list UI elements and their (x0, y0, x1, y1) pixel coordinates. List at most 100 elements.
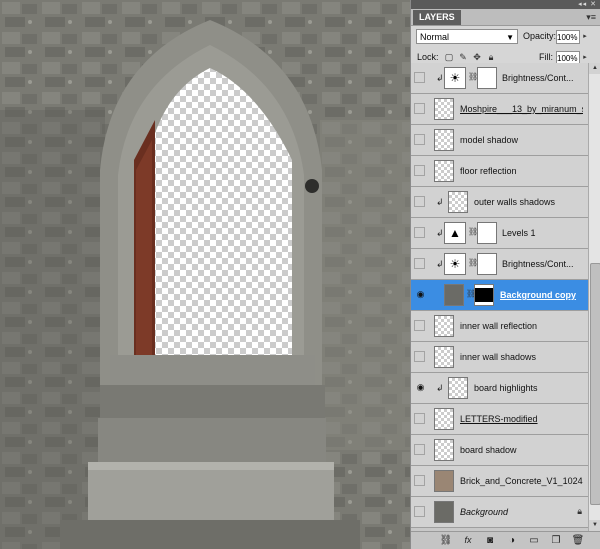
layer-row[interactable]: inner wall reflection (411, 311, 588, 342)
document-canvas[interactable] (0, 0, 410, 549)
adjustment-icon[interactable]: ◑ (505, 534, 519, 547)
layer-name[interactable]: Levels 1 (502, 227, 583, 239)
layer-thumbnail[interactable] (434, 501, 454, 523)
layer-row[interactable]: ↲ outer walls shadows (411, 187, 588, 218)
scroll-up-icon[interactable]: ▲ (589, 63, 600, 74)
chevron-down-icon: ▼ (506, 33, 514, 42)
link-icon[interactable]: ⛓ (439, 534, 453, 547)
scroll-thumb[interactable] (590, 263, 600, 505)
layer-name[interactable]: floor reflection (460, 165, 583, 177)
lock-transparent-icon[interactable]: ▢ (444, 52, 454, 62)
layer-thumbnail[interactable] (434, 98, 454, 120)
layer-thumbnail[interactable] (434, 408, 454, 430)
clipping-arrow-icon: ↲ (436, 197, 444, 207)
fx-icon[interactable]: fx (461, 534, 475, 547)
layer-name[interactable]: Brightness/Cont... (502, 258, 583, 270)
layer-thumbnail[interactable] (434, 315, 454, 337)
blend-mode-value: Normal (420, 32, 450, 42)
trash-icon[interactable]: 🗑︎ (571, 534, 585, 547)
blend-mode-select[interactable]: Normal ▼ (416, 29, 518, 44)
visibility-toggle[interactable] (414, 134, 425, 145)
lock-all-icon[interactable]: 🔒︎ (486, 52, 496, 62)
layers-panel: ◂◂ ✕ LAYERS ▾≡ Normal ▼ Opacity: 100% ▸ … (410, 0, 600, 549)
clipping-arrow-icon: ↲ (436, 73, 444, 83)
layer-name[interactable]: Brick_and_Concrete_V1_1024 (460, 475, 583, 487)
tab-layers[interactable]: LAYERS (413, 10, 461, 25)
panel-menu-icon[interactable]: ▾≡ (586, 11, 596, 23)
visibility-toggle[interactable] (414, 444, 425, 455)
group-icon[interactable]: ▭ (527, 534, 541, 547)
layer-thumbnail[interactable] (434, 160, 454, 182)
opacity-label: Opacity: (523, 31, 557, 41)
layer-thumbnail[interactable] (434, 346, 454, 368)
visibility-toggle[interactable] (414, 103, 425, 114)
visibility-toggle[interactable] (414, 320, 425, 331)
layer-thumbnail[interactable] (448, 191, 468, 213)
visibility-toggle[interactable] (414, 413, 425, 424)
layer-name[interactable]: model shadow (460, 134, 583, 146)
layer-row[interactable]: board shadow (411, 435, 588, 466)
layer-row[interactable]: ◉ ⛓ Background copy (411, 280, 588, 311)
layer-row[interactable]: ↲ ☀ ⛓ Brightness/Cont... (411, 63, 588, 94)
visibility-toggle[interactable] (414, 475, 425, 486)
opacity-slider-icon[interactable]: ▸ (581, 30, 589, 44)
layer-name[interactable]: Moshpire___13_by_miranum_s... (460, 103, 583, 115)
layer-name[interactable]: Background (460, 506, 569, 518)
lock-icon: 🔒︎ (577, 506, 582, 516)
lock-position-icon[interactable]: ✥ (472, 52, 482, 62)
layer-thumbnail[interactable] (434, 129, 454, 151)
layer-mask-thumbnail[interactable] (474, 284, 494, 306)
layer-row[interactable]: ◉ ↲ board highlights (411, 373, 588, 404)
layer-mask-thumbnail[interactable] (477, 222, 497, 244)
lock-image-icon[interactable]: ✎ (458, 52, 468, 62)
layer-row[interactable]: model shadow (411, 125, 588, 156)
layer-name[interactable]: outer walls shadows (474, 196, 583, 208)
layer-row[interactable]: inner wall shadows (411, 342, 588, 373)
visibility-toggle[interactable] (414, 72, 425, 83)
add-mask-icon[interactable]: ◙ (483, 534, 497, 547)
layers-bottom-toolbar: ⛓ fx ◙ ◑ ▭ ❐ 🗑︎ (411, 531, 600, 549)
opacity-field[interactable]: 100% (556, 30, 580, 44)
layer-thumbnail[interactable] (434, 470, 454, 492)
eye-icon[interactable]: ◉ (415, 382, 426, 393)
scroll-down-icon[interactable]: ▼ (589, 520, 600, 531)
panel-tabbar: LAYERS ▾≡ (411, 9, 600, 26)
layer-row[interactable]: Moshpire___13_by_miranum_s... (411, 94, 588, 125)
layer-name[interactable]: Brightness/Cont... (502, 72, 583, 84)
clipping-arrow-icon: ↲ (436, 383, 444, 393)
layer-thumbnail[interactable] (448, 377, 468, 399)
layer-row[interactable]: ↲ ▲ ⛓ Levels 1 (411, 218, 588, 249)
layer-name[interactable]: LETTERS-modified (460, 413, 583, 425)
visibility-toggle[interactable] (414, 351, 425, 362)
visibility-toggle[interactable] (414, 196, 425, 207)
layer-row[interactable]: floor reflection (411, 156, 588, 187)
layer-row[interactable]: Brick_and_Concrete_V1_1024 (411, 466, 588, 497)
brightness-icon: ☀ (444, 253, 466, 275)
fill-label: Fill: (539, 52, 553, 62)
visibility-toggle[interactable] (414, 227, 425, 238)
collapse-icon[interactable]: ◂◂ ✕ (578, 0, 597, 9)
layers-scrollbar[interactable]: ▲ ▼ (588, 63, 600, 531)
eye-icon[interactable]: ◉ (415, 289, 426, 300)
layer-row[interactable]: Background 🔒︎ (411, 497, 588, 528)
layer-thumbnail[interactable] (434, 439, 454, 461)
layer-name[interactable]: Background copy (500, 289, 583, 301)
lock-label: Lock: (417, 52, 439, 62)
blend-row: Normal ▼ Opacity: 100% ▸ (411, 26, 600, 48)
layer-name[interactable]: inner wall shadows (460, 351, 583, 363)
visibility-toggle[interactable] (414, 165, 425, 176)
layer-mask-thumbnail[interactable] (477, 67, 497, 89)
layer-row[interactable]: LETTERS-modified (411, 404, 588, 435)
layer-mask-thumbnail[interactable] (477, 253, 497, 275)
new-layer-icon[interactable]: ❐ (549, 534, 563, 547)
visibility-toggle[interactable] (414, 258, 425, 269)
stone-doorway-image (0, 0, 410, 549)
layer-name[interactable]: board highlights (474, 382, 583, 394)
layer-name[interactable]: inner wall reflection (460, 320, 583, 332)
layer-row[interactable]: ↲ ☀ ⛓ Brightness/Cont... (411, 249, 588, 280)
clipping-arrow-icon: ↲ (436, 228, 444, 238)
levels-icon: ▲ (444, 222, 466, 244)
layer-name[interactable]: board shadow (460, 444, 583, 456)
layer-thumbnail[interactable] (444, 284, 464, 306)
visibility-toggle[interactable] (414, 506, 425, 517)
